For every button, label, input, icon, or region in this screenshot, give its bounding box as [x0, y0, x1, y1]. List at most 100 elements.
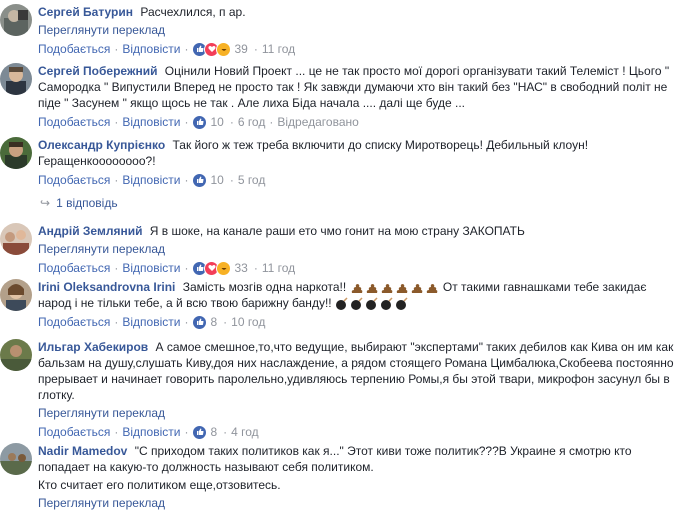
reaction-count[interactable]: 39: [234, 41, 247, 57]
reactions[interactable]: [192, 424, 208, 440]
bomb-emoji-icon: [335, 297, 349, 311]
reaction-count[interactable]: 8: [210, 424, 217, 440]
reactions[interactable]: [192, 114, 208, 130]
poo-emoji-icon: [350, 281, 364, 295]
comment-text: "С приходом таких политиков как я..." Эт…: [38, 444, 632, 474]
reply-link[interactable]: Відповісти: [122, 314, 180, 330]
bomb-emoji-icon: [380, 297, 394, 311]
avatar[interactable]: [0, 4, 32, 36]
poo-emoji-icon: [380, 281, 394, 295]
comment-zemlianyi: Андрій Земляний Я в шоке, на канале раши…: [0, 223, 684, 276]
comment-author[interactable]: Сергей Побережний: [38, 64, 157, 78]
separator: ·: [114, 425, 119, 439]
comment-kupriienko: Олександр Купрієнко Так його ж теж треба…: [0, 137, 684, 188]
bomb-emoji-icon: [350, 297, 364, 311]
reply-link[interactable]: Відповісти: [122, 260, 180, 276]
bomb-emoji-icon: [395, 297, 409, 311]
like-link[interactable]: Подобається: [38, 114, 110, 130]
comment-khabekirov: Ильгар Хабекиров А самое смешное,то,что …: [0, 339, 684, 440]
separator: ·: [269, 115, 274, 129]
reply-link[interactable]: Відповісти: [122, 424, 180, 440]
comment-author[interactable]: Nadir Mamedov: [38, 444, 127, 458]
like-link[interactable]: Подобається: [38, 41, 110, 57]
separator: ·: [229, 173, 234, 187]
separator: ·: [184, 261, 189, 275]
reaction-count[interactable]: 10: [210, 172, 223, 188]
poo-emoji-icon: [410, 281, 424, 295]
separator: ·: [114, 115, 119, 129]
haha-reaction-icon: [216, 260, 232, 276]
comment-irini: Irini Oleksandrovna Irini Замість мозгів…: [0, 279, 684, 334]
separator: ·: [184, 42, 189, 56]
comment-actions: Подобається · Відповісти · 8 · 4 год: [38, 424, 674, 440]
separator: ·: [223, 315, 228, 329]
avatar[interactable]: [0, 137, 32, 169]
avatar[interactable]: [0, 339, 32, 371]
comment-text: Замість мозгів одна наркота!!: [182, 280, 347, 294]
comment-mamedov: Nadir Mamedov "С приходом таких политико…: [0, 443, 684, 530]
comment-actions: Подобається · Відповісти · 10 · 6 год · …: [38, 114, 674, 130]
like-link[interactable]: Подобається: [38, 260, 110, 276]
like-reaction-icon: [192, 424, 208, 440]
comment-actions: Подобається · Відповісти · 33 · 11 год: [38, 260, 674, 276]
like-link[interactable]: Подобається: [38, 314, 110, 330]
avatar[interactable]: [0, 223, 32, 255]
avatar[interactable]: [0, 63, 32, 95]
poo-emoji-icon: [365, 281, 379, 295]
comment-time[interactable]: 10 год: [231, 314, 265, 330]
see-translation-link[interactable]: Переглянути переклад: [38, 495, 674, 511]
comment-author[interactable]: Олександр Купрієнко: [38, 138, 165, 152]
reply-link[interactable]: Відповісти: [122, 172, 180, 188]
comment-text: Расчехлился, п ар.: [140, 5, 246, 19]
reaction-count[interactable]: 10: [210, 114, 223, 130]
poo-emoji-row: [350, 281, 440, 295]
comment-actions: Подобається · Відповісти · 39 · 11 год: [38, 41, 674, 57]
comment-author[interactable]: Irini Oleksandrovna Irini: [38, 280, 175, 294]
like-reaction-icon: [192, 114, 208, 130]
see-translation-link[interactable]: Переглянути переклад: [38, 405, 674, 421]
comment-actions: Подобається · Відповісти · 8 · 10 год: [38, 314, 674, 330]
like-link[interactable]: Подобається: [38, 172, 110, 188]
separator: ·: [229, 115, 234, 129]
bomb-emoji-icon: [365, 297, 379, 311]
edited-label[interactable]: Відредаговано: [277, 114, 358, 130]
comment-author[interactable]: Ильгар Хабекиров: [38, 340, 148, 354]
separator: ·: [253, 42, 258, 56]
avatar[interactable]: [0, 279, 32, 311]
comment-text-line2: Кто считает его политиком еще,отзовитесь…: [38, 478, 281, 492]
reply-link[interactable]: Відповісти: [122, 114, 180, 130]
avatar[interactable]: [0, 443, 32, 475]
reactions[interactable]: [192, 41, 232, 57]
see-translation-link[interactable]: Переглянути переклад: [38, 22, 674, 38]
reaction-count[interactable]: 33: [234, 260, 247, 276]
reactions[interactable]: [192, 172, 208, 188]
separator: ·: [184, 115, 189, 129]
comment-author[interactable]: Андрій Земляний: [38, 224, 142, 238]
comment-actions: Подобається · Відповісти · 10 · 5 год: [38, 172, 674, 188]
separator: ·: [184, 315, 189, 329]
poo-emoji-icon: [395, 281, 409, 295]
reactions[interactable]: [192, 314, 208, 330]
reaction-count[interactable]: 8: [210, 314, 217, 330]
separator: ·: [114, 173, 119, 187]
comment-time[interactable]: 5 год: [238, 172, 266, 188]
reactions[interactable]: [192, 260, 232, 276]
see-translation-link[interactable]: Переглянути переклад: [38, 241, 674, 257]
haha-reaction-icon: [216, 41, 232, 57]
comment-time[interactable]: 4 год: [231, 424, 259, 440]
like-reaction-icon: [192, 314, 208, 330]
comment-time[interactable]: 6 год: [238, 114, 266, 130]
comment-time[interactable]: 11 год: [262, 41, 295, 57]
separator: ·: [114, 261, 119, 275]
comment-text: Я в шоке, на канале раши ето чмо гонит н…: [149, 224, 525, 238]
comment-author[interactable]: Сергей Батурин: [38, 5, 133, 19]
replies-count-label: 1 відповідь: [56, 196, 118, 210]
reply-link[interactable]: Відповісти: [122, 41, 180, 57]
comment-baturin: Сергей Батурин Расчехлился, п ар. Перегл…: [0, 4, 684, 57]
separator: ·: [114, 42, 119, 56]
view-replies-link[interactable]: ↪ 1 відповідь: [40, 196, 118, 210]
like-link[interactable]: Подобається: [38, 424, 110, 440]
bomb-emoji-row: [335, 297, 410, 311]
like-reaction-icon: [192, 172, 208, 188]
comment-time[interactable]: 11 год: [262, 260, 295, 276]
